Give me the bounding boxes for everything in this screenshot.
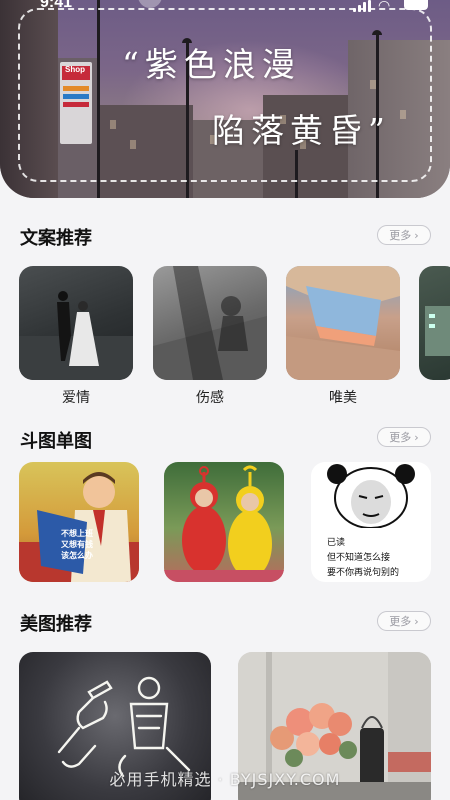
category-card-love[interactable] [19,266,133,380]
meme-card-panda[interactable]: 已读 但不知道怎么接 要不你再说句别的 [311,462,431,582]
category-card-beauty[interactable] [286,266,400,380]
teletubbies-image [164,465,284,582]
chevron-right-icon: › [414,430,419,444]
book-cover-text: 不想上班 又想有钱 该怎么办 [57,528,97,561]
hero-title-line2: 陷落黄昏” [212,111,391,150]
panda-caption: 已读 但不知道怎么接 要不你再说句别的 [327,536,399,581]
device-photo [425,306,450,356]
category-card-sad[interactable] [153,266,267,380]
signal-icon [353,0,373,12]
more-label: 更多 [389,229,412,242]
category-label-beauty: 唯美 [329,390,357,406]
caption-line: 要不你再说句别的 [327,568,400,578]
status-time: 9:41 [40,0,73,11]
battery-icon [404,0,428,10]
meme-card-book[interactable]: 不想上班 又想有钱 该怎么办 [19,462,139,582]
hero-title-line1: “紫色浪漫 [122,45,301,84]
watermark: 必用手机精选 · BYJSJXY.COM [109,770,341,789]
camera-notch [138,0,162,8]
cartoon-man-reading [19,472,139,582]
panda-face [327,464,415,528]
category-label-love: 爱情 [62,390,90,406]
book-text-line: 又想有钱 [61,540,93,549]
status-bar: 9:41 ◠ [0,0,450,16]
section-title-memes: 斗图单图 [20,431,92,452]
more-label: 更多 [389,431,412,444]
couple-photo [19,291,133,380]
caption-line: 已读 [327,538,346,548]
more-button-copywriting[interactable]: 更多 › [377,225,431,245]
chevron-right-icon: › [414,614,419,628]
more-label: 更多 [389,615,412,628]
more-button-beauty[interactable]: 更多 › [377,611,431,631]
meme-card-teletubbies[interactable] [164,462,284,582]
dashed-frame [18,8,432,182]
section-title-beauty: 美图推荐 [20,614,92,635]
category-label-sad: 伤感 [196,390,224,406]
hero-banner[interactable]: Shop “紫色浪漫 陷落黄昏” 9:41 ◠ [0,0,450,198]
wifi-icon: ◠ [378,0,391,14]
book-text-line: 该怎么办 [61,551,93,560]
skylight-photo [286,266,400,380]
book-text-line: 不想上班 [61,529,93,538]
section-title-copywriting: 文案推荐 [20,228,92,249]
category-card-partial[interactable] [419,266,450,380]
chevron-right-icon: › [414,228,419,242]
shadow-photo [153,266,267,380]
more-button-memes[interactable]: 更多 › [377,427,431,447]
caption-line: 但不知道怎么接 [327,553,391,563]
